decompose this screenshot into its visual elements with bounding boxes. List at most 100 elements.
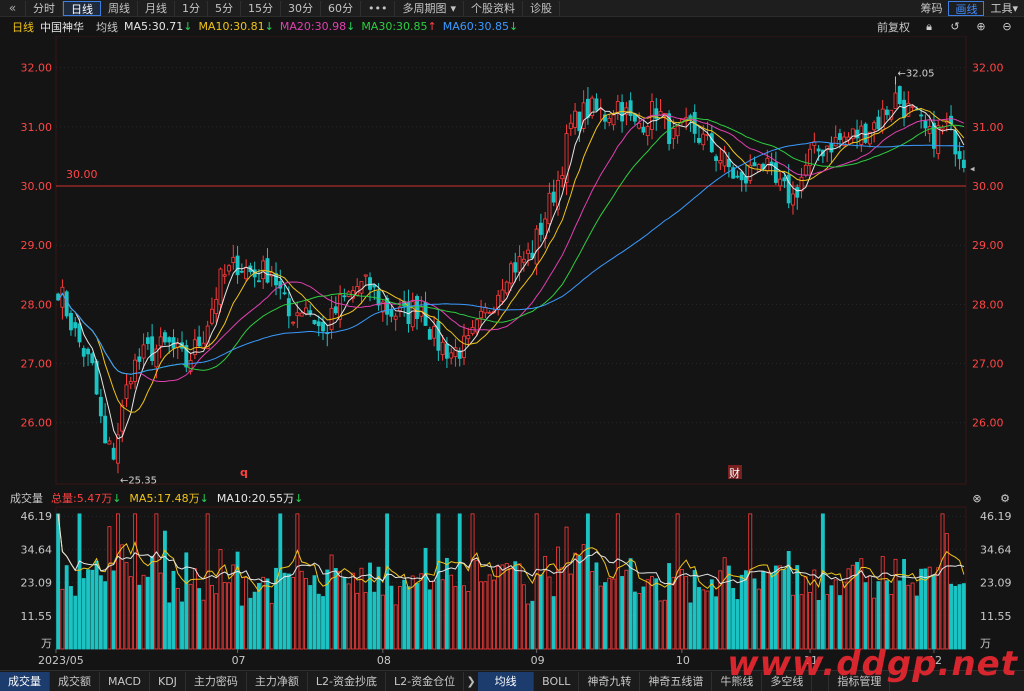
- reference-line-label: 30.00: [66, 168, 98, 181]
- volume-bar: [919, 568, 924, 650]
- volume-bar: [312, 575, 317, 650]
- period-tab-11[interactable]: 个股资料: [464, 0, 523, 16]
- period-tab-0[interactable]: 分时: [26, 0, 63, 16]
- volume-bar: [808, 592, 812, 650]
- candle-body: [235, 255, 240, 276]
- volume-bar: [641, 586, 646, 650]
- candle-body: [163, 332, 167, 343]
- ma-value-label: MA30:30.85: [361, 20, 428, 33]
- period-tab-5[interactable]: 5分: [208, 0, 241, 16]
- candle-body: [308, 310, 313, 315]
- volume-bar: [795, 565, 800, 650]
- toolbar-right-2[interactable]: 工具▾: [984, 1, 1024, 16]
- overlay-tab-3[interactable]: 神奇五线谱: [640, 671, 713, 691]
- x-tick-label: 07: [232, 654, 246, 667]
- candle-body: [222, 274, 227, 277]
- period-tab-6[interactable]: 15分: [241, 0, 281, 16]
- candle-body: [103, 415, 108, 444]
- candle-body: [231, 256, 236, 263]
- overlay-tab-1[interactable]: BOLL: [534, 671, 580, 691]
- indicator-tab-0[interactable]: 成交量: [0, 671, 50, 691]
- volume-bar: [406, 586, 411, 650]
- volume-bar: [402, 579, 407, 650]
- indicator-tab-5[interactable]: 主力净额: [247, 671, 308, 691]
- volume-bar: [56, 513, 61, 650]
- volume-bar: [163, 530, 167, 650]
- volume-bar: [778, 565, 783, 650]
- indicator-tab-7[interactable]: L2-资金仓位: [386, 671, 465, 691]
- indicator-tab-1[interactable]: 成交额: [50, 671, 100, 691]
- volume-bar: [111, 570, 116, 650]
- candle-body: [752, 162, 757, 167]
- toolbar-right-1[interactable]: 画线: [948, 0, 985, 16]
- indicator-tab-4[interactable]: 主力密码: [186, 671, 247, 691]
- lock-icon[interactable]: 🔒︎: [922, 20, 936, 34]
- period-tab-2[interactable]: 周线: [101, 0, 138, 16]
- undo-icon[interactable]: ↺: [948, 20, 962, 34]
- volume-bar: [573, 552, 578, 650]
- line-type-label[interactable]: 均线: [96, 19, 118, 35]
- ma-legend: 日线 中国神华 均线 MA5:30.71↓ MA10:30.81↓ MA20:30.…: [0, 18, 1024, 35]
- toolbar-right-0[interactable]: 筹码: [914, 1, 948, 16]
- candle-body: [547, 192, 552, 225]
- kline-chart[interactable]: 32.00 32.00 31.00 31.00 30.00 30.00 29.00 29.00…: [0, 36, 1024, 488]
- period-tab-8[interactable]: 60分: [321, 0, 361, 16]
- volume-bar: [679, 569, 684, 650]
- price-tick-left: 28.00: [21, 298, 53, 311]
- period-tab-4[interactable]: 1分: [175, 0, 208, 16]
- candle-body: [594, 98, 599, 111]
- volume-bar: [329, 554, 334, 650]
- volume-bar: [551, 596, 556, 650]
- period-tab-3[interactable]: 月线: [138, 0, 175, 16]
- indicator-tab-2[interactable]: MACD: [100, 671, 150, 691]
- stock-name[interactable]: 中国神华: [40, 19, 84, 35]
- candle-body: [585, 98, 590, 118]
- volume-bar: [825, 594, 830, 650]
- candle-body: [504, 281, 509, 294]
- candle-body: [658, 111, 663, 116]
- candle-body: [239, 270, 244, 273]
- volume-bar: [291, 576, 296, 650]
- candle-body: [795, 187, 800, 198]
- collapse-panel-icon[interactable]: «: [0, 0, 26, 16]
- zoom-out-icon[interactable]: ⊖: [1000, 20, 1014, 34]
- adjust-mode[interactable]: 前复权: [877, 19, 910, 35]
- candle-body: [701, 133, 706, 146]
- chevron-right-icon[interactable]: ❯: [464, 675, 478, 688]
- overlay-tab-2[interactable]: 神奇九转: [579, 671, 641, 691]
- ma-trend-arrow: ↓: [264, 20, 274, 33]
- volume-bar: [654, 578, 659, 650]
- volume-bar: [167, 602, 172, 650]
- volume-bar: [218, 549, 223, 650]
- period-tab-7[interactable]: 30分: [281, 0, 321, 16]
- volume-bar: [893, 558, 898, 650]
- period-tab-9[interactable]: •••: [361, 0, 396, 16]
- volume-bar: [227, 582, 231, 650]
- volume-bar: [949, 583, 953, 650]
- period-tab-10[interactable]: 多周期图 ▾: [395, 0, 464, 16]
- candle-body: [645, 126, 650, 136]
- volume-bar: [265, 578, 270, 650]
- volume-bar: [487, 574, 492, 650]
- volume-chart[interactable]: 46.19 46.19 34.64 34.64 23.09 23.09 11.55 11.55…: [0, 489, 1024, 669]
- volume-bar: [295, 513, 300, 650]
- period-tab-1[interactable]: 日线: [63, 0, 101, 16]
- candle-body: [128, 380, 133, 385]
- ma30-line: [57, 117, 965, 375]
- volume-bar: [709, 579, 714, 650]
- candle-body: [359, 281, 364, 294]
- volume-bar: [397, 586, 402, 650]
- overlay-tab-0[interactable]: 均线: [478, 671, 535, 691]
- candle-body: [778, 178, 783, 187]
- indicator-tab-6[interactable]: L2-资金抄底: [308, 671, 387, 691]
- candle-body: [521, 258, 526, 263]
- indicator-tab-3[interactable]: KDJ: [150, 671, 186, 691]
- current-price-pointer-icon: ◂: [970, 165, 975, 175]
- period-tab-12[interactable]: 诊股: [523, 0, 560, 16]
- event-marker-q[interactable]: q: [240, 466, 248, 479]
- volume-bar: [350, 572, 355, 650]
- ma-trend-arrow: ↓: [183, 20, 193, 33]
- finance-marker[interactable]: 财: [729, 466, 740, 480]
- volume-bar: [81, 578, 86, 650]
- zoom-in-icon[interactable]: ⊕: [974, 20, 988, 34]
